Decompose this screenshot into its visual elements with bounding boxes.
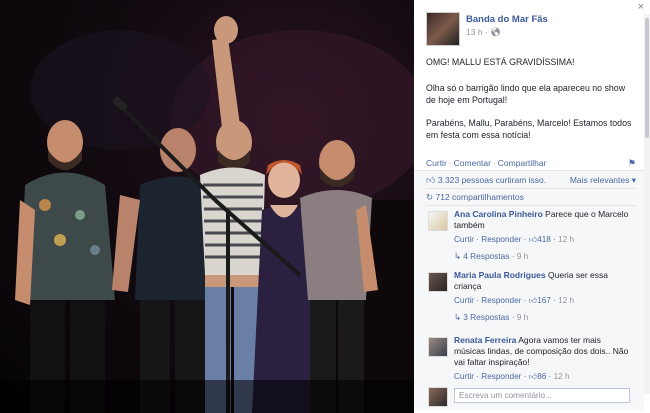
replies-label: 4 Respostas [463,251,510,261]
comment-input[interactable] [454,388,630,403]
post-side-panel: × Banda do Mar Fãs 13 h · 🌎︎ OMG! MALLU … [414,0,650,413]
comment-like-link[interactable]: Curtir [454,235,474,244]
comment-link[interactable]: Comentar [454,158,491,168]
comment-author-link[interactable]: Renata Ferreira [454,335,516,345]
comment-like-link[interactable]: Curtir [454,296,474,305]
comment-author-link[interactable]: Ana Carolina Pinheiro [454,209,543,219]
comment-body: Maria Paula Rodrigues Queria ser essa cr… [454,270,634,306]
reply-arrow-icon: ↳ [454,251,461,261]
comment-author-link[interactable]: Maria Paula Rodrigues [454,270,546,280]
comment-body: Ana Carolina Pinheiro Parece que o Marce… [454,209,634,245]
comment-likes-count[interactable]: 167 [537,296,551,305]
comment-item: Maria Paula Rodrigues Queria ser essa cr… [426,270,638,316]
comment-avatar[interactable] [428,272,448,292]
thumbs-up-icon: 👍︎ [426,175,436,185]
comment-avatar[interactable] [428,211,448,231]
sort-dropdown[interactable]: Mais relevantes ▾ [570,175,636,186]
share-link[interactable]: Compartilhar [498,158,547,168]
replies-time: 9 h [516,312,529,322]
post-timestamp[interactable]: 13 h · 🌎︎ [466,27,501,38]
post-text-paragraph-2: Olha só o barrigão lindo que ela aparece… [426,83,626,105]
page-avatar[interactable] [426,12,460,46]
comment-like-link[interactable]: Curtir [454,372,474,381]
separator-dot: · [448,158,452,168]
page-name-link[interactable]: Banda do Mar Fãs [466,14,548,25]
post-text-paragraph-3: Parabéns, Mallu, Parabéns, Marcelo! Esta… [426,118,632,140]
comment-time[interactable]: 12 h [558,296,574,305]
post-photo[interactable] [0,0,414,413]
post-header: Banda do Mar Fãs 13 h · 🌎︎ [426,12,636,48]
comment-meta: Curtir · Responder · 👍︎86 · 12 h [454,372,570,381]
reply-arrow-icon: ↳ [454,312,461,322]
shares-summary: ↻ 712 compartilhamentos [426,192,636,206]
post-stats-and-comments: 👍︎ 3.323 pessoas curtiram isso. Mais rel… [414,170,644,410]
comment-avatar[interactable] [428,337,448,357]
comment-body: Renata Ferreira Agora vamos ter mais mús… [454,335,634,382]
replies-link[interactable]: ↳ 4 Respostas · 9 h [454,251,528,261]
comment-likes-count[interactable]: 86 [537,372,546,381]
comment-reply-link[interactable]: Responder [481,296,521,305]
replies-link[interactable]: ↳ 3 Respostas · 9 h [454,312,528,322]
comment-time[interactable]: 12 h [554,372,570,381]
shares-count-link[interactable]: 712 compartilhamentos [436,192,524,202]
likes-count-link[interactable]: 3.323 pessoas curtiram isso. [438,175,546,185]
flag-icon[interactable]: ⚑ [628,158,636,169]
like-link[interactable]: Curtir [426,158,447,168]
replies-time: 9 h [516,251,529,261]
separator-dot: · [492,158,496,168]
post-time-text: 13 h · [466,27,491,37]
person-left [15,120,115,413]
comment-meta: Curtir · Responder · 👍︎418 · 12 h [454,235,575,244]
thumbs-up-icon: 👍︎ [528,235,538,244]
comment-item: Renata Ferreira Agora vamos ter mais mús… [426,335,638,385]
post-actions: Curtir · Comentar · Compartilhar ⚑ [426,158,636,168]
current-user-avatar [428,387,448,407]
comment-meta: Curtir · Responder · 👍︎167 · 12 h [454,296,575,305]
thumbs-up-icon: 👍︎ [528,372,538,381]
comment-reply-link[interactable]: Responder [481,372,521,381]
thumbs-up-icon: 👍︎ [528,296,538,305]
likes-summary: 👍︎ 3.323 pessoas curtiram isso. Mais rel… [426,175,636,189]
comment-likes-count[interactable]: 418 [537,235,551,244]
globe-icon: 🌎︎ [490,27,501,37]
scrollbar-thumb[interactable] [645,18,649,138]
share-icon: ↻ [426,192,434,202]
comment-item: Ana Carolina Pinheiro Parece que o Marce… [426,209,638,255]
comment-reply-link[interactable]: Responder [481,235,521,244]
comment-time[interactable]: 12 h [558,235,574,244]
post-text-paragraph-1: OMG! MALLU ESTÁ GRAVIDÍSSIMA! [426,57,575,67]
comment-composer [426,385,638,407]
replies-label: 3 Respostas [463,312,510,322]
close-icon[interactable]: × [638,1,644,13]
concert-photo-illustration [0,16,414,413]
